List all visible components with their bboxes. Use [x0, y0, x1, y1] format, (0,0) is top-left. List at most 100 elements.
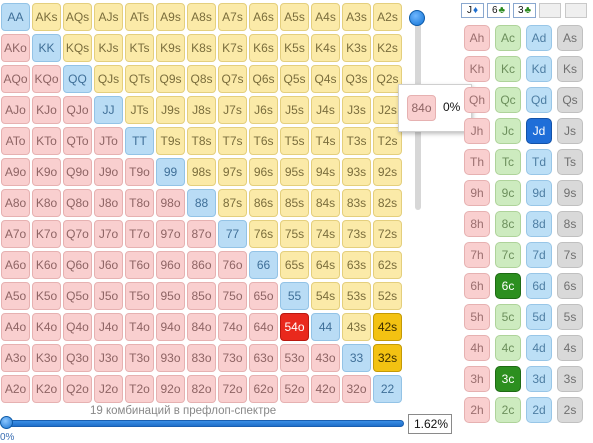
hand-cell-84o[interactable]: 84o [187, 313, 216, 341]
hand-cell-54o[interactable]: 54o [280, 313, 309, 341]
card-Jc[interactable]: Jc [495, 118, 521, 144]
hand-cell-32s[interactable]: 32s [373, 344, 402, 372]
card-2c[interactable]: 2c [495, 397, 521, 423]
card-6d[interactable]: 6d [526, 273, 552, 299]
hand-cell-85s[interactable]: 85s [280, 189, 309, 217]
hand-cell-J3o[interactable]: J3o [94, 344, 123, 372]
hand-cell-T2o[interactable]: T2o [125, 375, 154, 403]
hand-cell-J5o[interactable]: J5o [94, 282, 123, 310]
hand-cell-K3s[interactable]: K3s [342, 34, 371, 62]
card-9d[interactable]: 9d [526, 180, 552, 206]
card-2d[interactable]: 2d [526, 397, 552, 423]
hand-cell-J3s[interactable]: J3s [342, 96, 371, 124]
filter-card-button[interactable]: J ♦ [461, 3, 484, 18]
hand-cell-T9s[interactable]: T9s [156, 127, 185, 155]
hand-cell-85o[interactable]: 85o [187, 282, 216, 310]
hand-cell-73o[interactable]: 73o [218, 344, 247, 372]
card-3d[interactable]: 3d [526, 366, 552, 392]
hand-cell-74s[interactable]: 74s [311, 220, 340, 248]
hand-cell-T9o[interactable]: T9o [125, 158, 154, 186]
hand-cell-22[interactable]: 22 [373, 375, 402, 403]
hand-cell-74o[interactable]: 74o [218, 313, 247, 341]
hand-cell-A4o[interactable]: A4o [1, 313, 30, 341]
hand-cell-A8s[interactable]: A8s [187, 3, 216, 31]
card-2h[interactable]: 2h [464, 397, 490, 423]
card-Qd[interactable]: Qd [526, 87, 552, 113]
hand-cell-TT[interactable]: TT [125, 127, 154, 155]
hand-cell-64o[interactable]: 64o [249, 313, 278, 341]
hand-cell-95s[interactable]: 95s [280, 158, 309, 186]
hand-cell-AJo[interactable]: AJo [1, 96, 30, 124]
hand-cell-84s[interactable]: 84s [311, 189, 340, 217]
hand-cell-77[interactable]: 77 [218, 220, 247, 248]
hand-cell-43o[interactable]: 43o [311, 344, 340, 372]
hand-cell-76s[interactable]: 76s [249, 220, 278, 248]
hand-cell-Q4s[interactable]: Q4s [311, 65, 340, 93]
hand-cell-44[interactable]: 44 [311, 313, 340, 341]
range-slider-thumb[interactable] [0, 416, 13, 429]
hand-cell-AQs[interactable]: AQs [63, 3, 92, 31]
hand-cell-93o[interactable]: 93o [156, 344, 185, 372]
card-6s[interactable]: 6s [557, 273, 583, 299]
hand-cell-75o[interactable]: 75o [218, 282, 247, 310]
hand-cell-65o[interactable]: 65o [249, 282, 278, 310]
hand-cell-J8o[interactable]: J8o [94, 189, 123, 217]
hand-cell-54s[interactable]: 54s [311, 282, 340, 310]
hand-cell-T6o[interactable]: T6o [125, 251, 154, 279]
hand-cell-A9o[interactable]: A9o [1, 158, 30, 186]
hand-cell-AKo[interactable]: AKo [1, 34, 30, 62]
hand-cell-Q7o[interactable]: Q7o [63, 220, 92, 248]
hand-cell-KQs[interactable]: KQs [63, 34, 92, 62]
card-5h[interactable]: 5h [464, 304, 490, 330]
hand-cell-72o[interactable]: 72o [218, 375, 247, 403]
hand-cell-K3o[interactable]: K3o [32, 344, 61, 372]
hand-cell-Q6o[interactable]: Q6o [63, 251, 92, 279]
card-Ac[interactable]: Ac [495, 25, 521, 51]
hand-cell-AJs[interactable]: AJs [94, 3, 123, 31]
hand-cell-63s[interactable]: 63s [342, 251, 371, 279]
card-5s[interactable]: 5s [557, 304, 583, 330]
hand-cell-52o[interactable]: 52o [280, 375, 309, 403]
hand-cell-KK[interactable]: KK [32, 34, 61, 62]
card-Th[interactable]: Th [464, 149, 490, 175]
hand-cell-65s[interactable]: 65s [280, 251, 309, 279]
hand-cell-T5s[interactable]: T5s [280, 127, 309, 155]
hand-cell-K9o[interactable]: K9o [32, 158, 61, 186]
card-6c[interactable]: 6c [495, 273, 521, 299]
hand-cell-ATs[interactable]: ATs [125, 3, 154, 31]
range-slider-track[interactable] [2, 420, 404, 427]
hand-cell-J7o[interactable]: J7o [94, 220, 123, 248]
hand-cell-QQ[interactable]: QQ [63, 65, 92, 93]
hand-cell-J9o[interactable]: J9o [94, 158, 123, 186]
hand-cell-94s[interactable]: 94s [311, 158, 340, 186]
card-9h[interactable]: 9h [464, 180, 490, 206]
hand-cell-J6s[interactable]: J6s [249, 96, 278, 124]
vertical-slider-thumb[interactable] [409, 10, 425, 26]
hand-cell-J4o[interactable]: J4o [94, 313, 123, 341]
card-9s[interactable]: 9s [557, 180, 583, 206]
hand-cell-T5o[interactable]: T5o [125, 282, 154, 310]
hand-cell-87o[interactable]: 87o [187, 220, 216, 248]
hand-cell-98o[interactable]: 98o [156, 189, 185, 217]
hand-cell-K5s[interactable]: K5s [280, 34, 309, 62]
card-7c[interactable]: 7c [495, 242, 521, 268]
hand-cell-Q3o[interactable]: Q3o [63, 344, 92, 372]
hand-cell-K5o[interactable]: K5o [32, 282, 61, 310]
hand-cell-97s[interactable]: 97s [218, 158, 247, 186]
card-8c[interactable]: 8c [495, 211, 521, 237]
hand-cell-QJs[interactable]: QJs [94, 65, 123, 93]
range-percent-field[interactable]: 1.62% [408, 414, 452, 434]
hand-cell-Q8s[interactable]: Q8s [187, 65, 216, 93]
hand-cell-Q2o[interactable]: Q2o [63, 375, 92, 403]
card-4s[interactable]: 4s [557, 335, 583, 361]
card-7s[interactable]: 7s [557, 242, 583, 268]
card-7d[interactable]: 7d [526, 242, 552, 268]
card-8s[interactable]: 8s [557, 211, 583, 237]
hand-cell-KTo[interactable]: KTo [32, 127, 61, 155]
hand-cell-66[interactable]: 66 [249, 251, 278, 279]
hand-cell-86o[interactable]: 86o [187, 251, 216, 279]
hand-cell-AKs[interactable]: AKs [32, 3, 61, 31]
card-Js[interactable]: Js [557, 118, 583, 144]
hand-cell-53o[interactable]: 53o [280, 344, 309, 372]
card-Qc[interactable]: Qc [495, 87, 521, 113]
